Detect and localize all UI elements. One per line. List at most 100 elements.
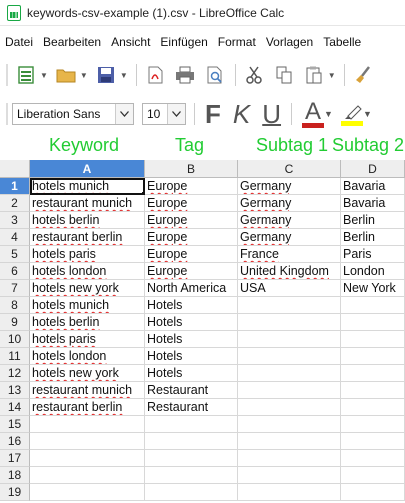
row-header[interactable]: 11 (0, 348, 30, 365)
cell-a9[interactable]: hotels berlin (30, 314, 145, 331)
menu-tabelle[interactable]: Tabelle (318, 35, 366, 49)
menu-vorlagen[interactable]: Vorlagen (261, 35, 318, 49)
cell-c10[interactable] (238, 331, 341, 348)
cell-b1[interactable]: Europe (145, 178, 238, 195)
cell-a16[interactable] (30, 433, 145, 450)
menu-format[interactable]: Format (213, 35, 261, 49)
cell-c12[interactable] (238, 365, 341, 382)
cell-d13[interactable] (341, 382, 405, 399)
cell-c18[interactable] (238, 467, 341, 484)
row-header[interactable]: 1 (0, 178, 30, 195)
cell-a2[interactable]: restaurant munich (30, 195, 145, 212)
row-header[interactable]: 8 (0, 297, 30, 314)
menu-datei[interactable]: Datei (0, 35, 38, 49)
clone-formatting-button[interactable] (349, 61, 377, 89)
cell-a4[interactable]: restaurant berlin (30, 229, 145, 246)
print-preview-button[interactable] (201, 61, 229, 89)
cell-b9[interactable]: Hotels (145, 314, 238, 331)
row-header[interactable]: 7 (0, 280, 30, 297)
row-header[interactable]: 19 (0, 484, 30, 501)
cell-a7[interactable]: hotels new york (30, 280, 145, 297)
font-color-dropdown-icon[interactable]: ▼ (324, 109, 333, 119)
cell-a11[interactable]: hotels london (30, 348, 145, 365)
row-header[interactable]: 12 (0, 365, 30, 382)
fill-handle[interactable] (142, 192, 144, 194)
cell-c3[interactable]: Germany (238, 212, 341, 229)
cell-c16[interactable] (238, 433, 341, 450)
row-header[interactable]: 18 (0, 467, 30, 484)
select-all-corner[interactable] (0, 160, 30, 178)
cell-c14[interactable] (238, 399, 341, 416)
cell-d15[interactable] (341, 416, 405, 433)
highlight-button[interactable] (340, 99, 363, 129)
cell-b15[interactable] (145, 416, 238, 433)
open-dropdown-icon[interactable]: ▼ (80, 71, 88, 80)
cell-a5[interactable]: hotels paris (30, 246, 145, 263)
cell-c19[interactable] (238, 484, 341, 501)
row-header[interactable]: 14 (0, 399, 30, 416)
cell-c6[interactable]: United Kingdom (238, 263, 341, 280)
spreadsheet-grid[interactable]: A B C D 1 hotels munich Europe Germany Bavar… (0, 160, 405, 503)
cell-b5[interactable]: Europe (145, 246, 238, 263)
cell-a12[interactable]: hotels new york (30, 365, 145, 382)
row-header[interactable]: 5 (0, 246, 30, 263)
cell-d1[interactable]: Bavaria (341, 178, 405, 195)
cell-a3[interactable]: hotels berlin (30, 212, 145, 229)
menu-bearbeiten[interactable]: Bearbeiten (38, 35, 106, 49)
row-header[interactable]: 13 (0, 382, 30, 399)
underline-button[interactable]: U (262, 99, 281, 129)
cell-d2[interactable]: Bavaria (341, 195, 405, 212)
column-header-c[interactable]: C (238, 160, 341, 178)
cell-b16[interactable] (145, 433, 238, 450)
cell-a1[interactable]: hotels munich (30, 178, 145, 195)
cell-b8[interactable]: Hotels (145, 297, 238, 314)
cell-b7[interactable]: North America (145, 280, 238, 297)
new-dropdown-icon[interactable]: ▼ (40, 71, 48, 80)
cell-d11[interactable] (341, 348, 405, 365)
cell-d9[interactable] (341, 314, 405, 331)
font-color-button[interactable]: A (302, 99, 325, 129)
cell-c17[interactable] (238, 450, 341, 467)
row-header[interactable]: 4 (0, 229, 30, 246)
menu-ansicht[interactable]: Ansicht (106, 35, 155, 49)
font-name-combobox[interactable]: Liberation Sans (12, 103, 134, 125)
cell-a18[interactable] (30, 467, 145, 484)
cell-b4[interactable]: Europe (145, 229, 238, 246)
cell-d3[interactable]: Berlin (341, 212, 405, 229)
menu-einfuegen[interactable]: Einfügen (155, 35, 212, 49)
cell-d18[interactable] (341, 467, 405, 484)
cell-b11[interactable]: Hotels (145, 348, 238, 365)
font-size-combobox[interactable]: 10 (142, 103, 186, 125)
cell-d10[interactable] (341, 331, 405, 348)
cell-c9[interactable] (238, 314, 341, 331)
cell-a17[interactable] (30, 450, 145, 467)
italic-button[interactable]: K (233, 99, 250, 129)
cell-d6[interactable]: London (341, 263, 405, 280)
paste-dropdown-icon[interactable]: ▼ (328, 71, 336, 80)
export-pdf-button[interactable] (141, 61, 169, 89)
column-header-a[interactable]: A (30, 160, 145, 178)
row-header[interactable]: 10 (0, 331, 30, 348)
cell-d17[interactable] (341, 450, 405, 467)
cell-a13[interactable]: restaurant munich (30, 382, 145, 399)
save-dropdown-icon[interactable]: ▼ (120, 71, 128, 80)
cell-d8[interactable] (341, 297, 405, 314)
cell-c4[interactable]: Germany (238, 229, 341, 246)
new-spreadsheet-button[interactable] (12, 61, 40, 89)
row-header[interactable]: 17 (0, 450, 30, 467)
copy-button[interactable] (270, 61, 298, 89)
cut-button[interactable] (240, 61, 268, 89)
row-header[interactable]: 3 (0, 212, 30, 229)
bold-button[interactable]: F (205, 99, 221, 129)
cell-c7[interactable]: USA (238, 280, 341, 297)
column-header-b[interactable]: B (145, 160, 238, 178)
cell-b3[interactable]: Europe (145, 212, 238, 229)
cell-b13[interactable]: Restaurant (145, 382, 238, 399)
cell-c5[interactable]: France (238, 246, 341, 263)
save-button[interactable] (92, 61, 120, 89)
cell-d5[interactable]: Paris (341, 246, 405, 263)
cell-b19[interactable] (145, 484, 238, 501)
open-button[interactable] (52, 61, 80, 89)
cell-b18[interactable] (145, 467, 238, 484)
cell-a10[interactable]: hotels paris (30, 331, 145, 348)
